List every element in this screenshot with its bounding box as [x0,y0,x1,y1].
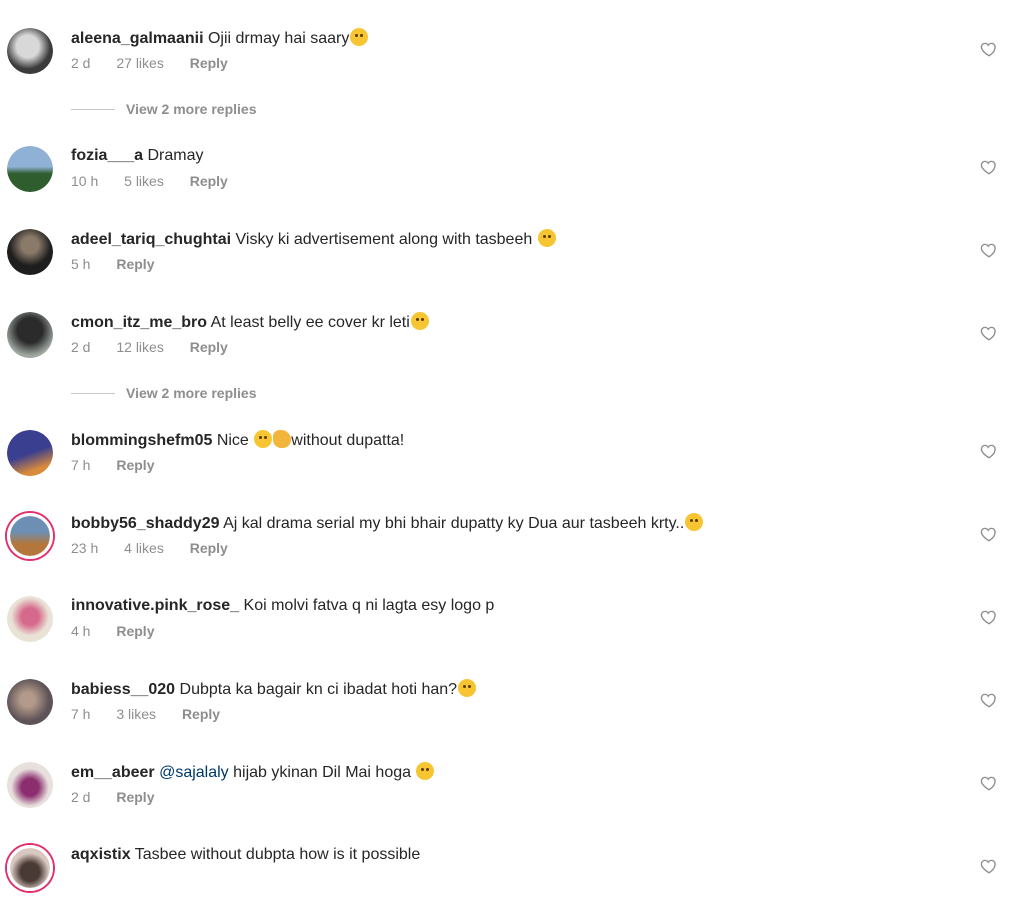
reply-button[interactable]: Reply [190,55,228,71]
comment-time: 23 h [71,540,99,556]
kissing-face-emoji [416,762,435,780]
avatar-story-ring[interactable] [7,513,53,559]
heart-icon[interactable] [980,442,998,460]
unamused-face-emoji [410,312,429,330]
pensive-face-emoji [685,513,704,531]
reply-button[interactable]: Reply [116,623,154,639]
view-more-label[interactable]: View 2 more replies [126,384,256,402]
comment-username[interactable]: blommingshefm05 [71,432,212,449]
comment-item: innovative.pink_rose_ Koi molvi fatva q … [0,596,1024,656]
comment-text: At least belly ee cover kr leti [210,314,410,331]
comment-username[interactable]: innovative.pink_rose_ [71,597,239,614]
comment-text: Ojii drmay hai saary [207,30,350,47]
comment-likes[interactable]: 27 likes [116,55,163,71]
reply-button[interactable]: Reply [116,789,154,805]
heart-icon[interactable] [980,324,998,342]
avatar[interactable] [7,596,53,642]
reply-button[interactable]: Reply [190,339,228,355]
avatar[interactable] [7,430,53,476]
comment-username[interactable]: fozia___a [71,147,143,164]
comment-text: Tasbee without dubpta how is it possible [134,846,421,863]
comment-item: cmon_itz_me_bro At least belly ee cover … [0,312,1024,372]
comment-username[interactable]: bobby56_shaddy29 [71,515,220,532]
comment-meta: 2 d 12 likes Reply [71,338,250,356]
reply-button[interactable]: Reply [190,540,228,556]
comment-meta: 5 h Reply [71,255,176,273]
comment-time: 4 h [71,623,91,639]
reply-button[interactable]: Reply [116,457,154,473]
comment-item: aqxistix Tasbee without dubpta how is it… [0,845,1024,905]
heart-icon[interactable] [980,241,998,259]
heart-icon[interactable] [980,608,998,626]
divider [71,393,115,394]
comment-username[interactable]: aqxistix [71,846,131,863]
divider [71,109,115,110]
heart-icon[interactable] [980,40,998,58]
avatar-story-ring[interactable] [7,845,53,891]
comment-item: bobby56_shaddy29 Aj kal drama serial my … [0,513,1024,573]
comment-username[interactable]: babiess__020 [71,681,175,698]
grinning-sweat-emoji [254,430,273,448]
comment-username[interactable]: em__abeer [71,764,155,781]
avatar[interactable] [7,762,53,808]
comment-likes[interactable]: 12 likes [116,339,163,355]
comment-text: Visky ki advertisement along with tasbee… [235,231,533,248]
comment-meta: 23 h 4 likes Reply [71,539,250,557]
heart-icon[interactable] [980,774,998,792]
comment-item: em__abeer @sajalaly hijab ykinan Dil Mai… [0,762,1024,822]
comment-item: aleena_galmaanii Ojii drmay hai saary 2 … [0,28,1024,88]
reply-button[interactable]: Reply [190,173,228,189]
view-more-replies[interactable]: View 2 more replies [71,384,371,404]
avatar[interactable] [7,312,53,358]
comment-meta: 7 h Reply [71,456,176,474]
comment-text-after: without dupatta! [291,432,405,449]
comment-time: 2 d [71,339,91,355]
comment-meta: 10 h 5 likes Reply [71,172,250,190]
thinking-face-emoji [537,229,556,247]
comment-username[interactable]: adeel_tariq_chughtai [71,231,231,248]
comment-likes[interactable]: 5 likes [124,173,164,189]
mention-link[interactable]: @sajalaly [159,764,229,781]
comment-item: babiess__020 Dubpta ka bagair kn ci ibad… [0,679,1024,739]
view-more-label[interactable]: View 2 more replies [126,100,256,118]
reply-button[interactable]: Reply [116,256,154,272]
heart-icon[interactable] [980,857,998,875]
grinning-sweat-emoji [458,679,477,697]
comment-time: 2 d [71,55,91,71]
comment-time: 5 h [71,256,91,272]
avatar[interactable] [7,146,53,192]
comment-time: 7 h [71,706,91,722]
comment-likes[interactable]: 3 likes [116,706,156,722]
comment-time: 2 d [71,789,91,805]
comment-username[interactable]: aleena_galmaanii [71,30,204,47]
comment-text: Nice [216,432,249,449]
comment-text: Dramay [147,147,204,164]
comment-item: fozia___a Dramay 10 h 5 likes Reply [0,146,1024,206]
view-more-replies[interactable]: View 2 more replies [71,100,371,120]
comment-meta: 2 d 27 likes Reply [71,54,250,72]
grinning-sweat-emoji [350,28,369,46]
comment-text: hijab ykinan Dil Mai hoga [228,764,412,781]
avatar[interactable] [7,28,53,74]
avatar[interactable] [7,679,53,725]
comment-meta: 4 h Reply [71,622,176,640]
heart-icon[interactable] [980,158,998,176]
comment-text: Aj kal drama serial my bhi bhair dupatty… [223,515,685,532]
comment-text: Dubpta ka bagair kn ci ibadat hoti han? [179,681,458,698]
comment-meta: 7 h 3 likes Reply [71,705,242,723]
comment-likes[interactable]: 4 likes [124,540,164,556]
comment-text: Koi molvi fatva q ni lagta esy logo p [243,597,495,614]
comment-item: adeel_tariq_chughtai Visky ki advertisem… [0,229,1024,289]
reply-button[interactable]: Reply [182,706,220,722]
comment-time: 7 h [71,457,91,473]
heart-icon[interactable] [980,525,998,543]
heart-icon[interactable] [980,691,998,709]
comment-time: 10 h [71,173,99,189]
comment-username[interactable]: cmon_itz_me_bro [71,314,207,331]
avatar[interactable] [7,229,53,275]
comment-item: blommingshefm05 Nice without dupatta! 7 … [0,430,1024,490]
comment-meta: 2 d Reply [71,788,176,806]
clapping-hands-emoji [273,430,292,448]
